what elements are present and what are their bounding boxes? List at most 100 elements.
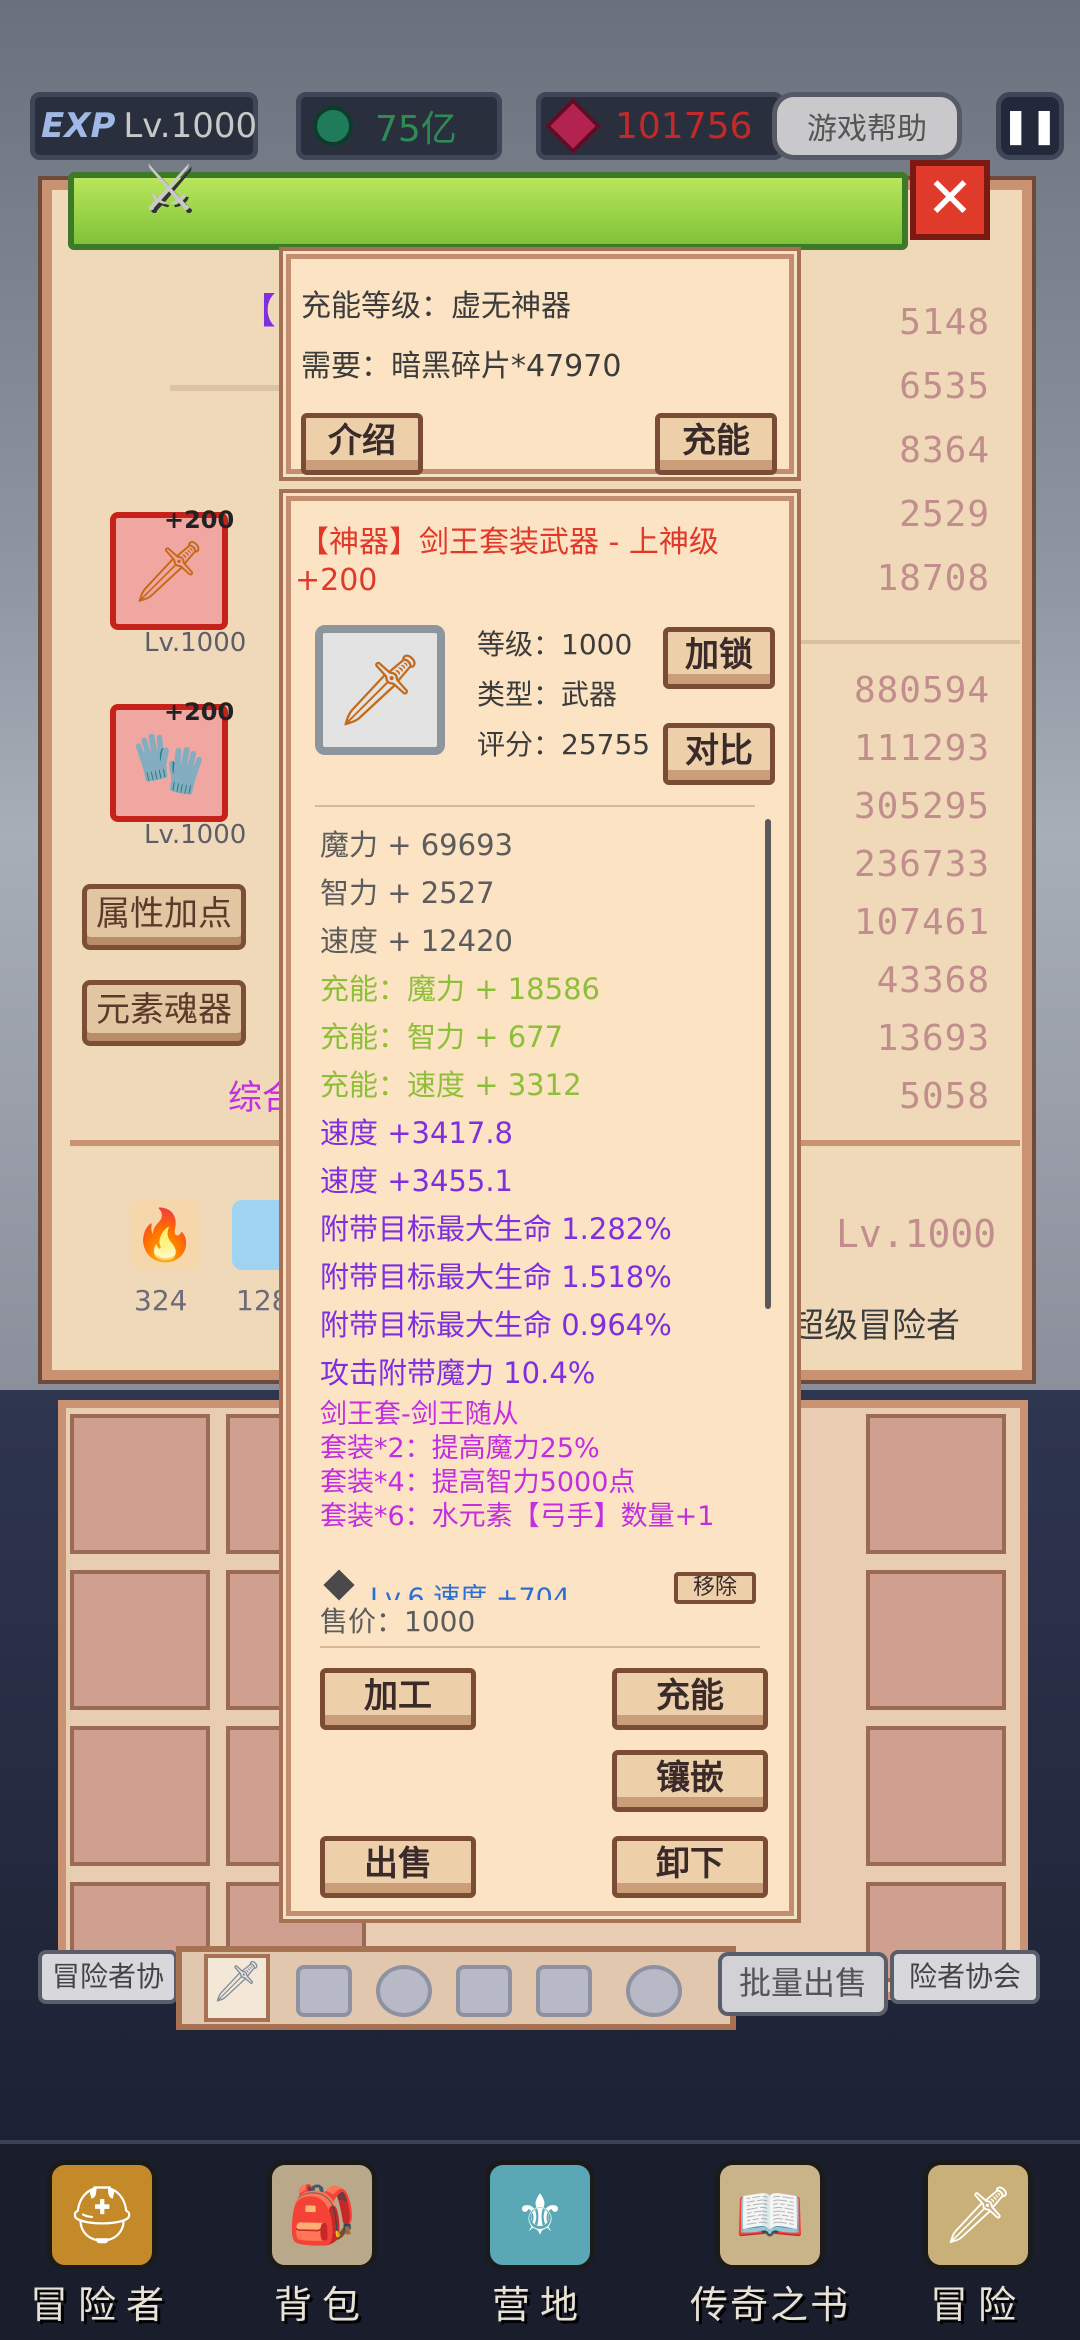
nav-label: 冒险者 xyxy=(29,2283,174,2327)
attribute-line: 速度 +3455.1 xyxy=(320,1164,513,1198)
tab-boots[interactable] xyxy=(536,1965,592,2017)
unequip-button[interactable]: 卸下 xyxy=(612,1836,768,1898)
inventory-slot[interactable] xyxy=(866,1570,1006,1710)
crystal-counter: 101756 xyxy=(536,92,784,160)
gem-icon xyxy=(313,106,353,146)
tab-armor[interactable] xyxy=(296,1965,352,2017)
stat-value: 13693 xyxy=(876,1018,990,1059)
process-button[interactable]: 加工 xyxy=(320,1668,476,1730)
remove-gem-button[interactable]: 移除 xyxy=(674,1572,756,1604)
game-help-button[interactable]: 游戏帮助 xyxy=(772,92,962,160)
crossed-swords-icon: ⚔ xyxy=(140,152,198,226)
nav-legend-book[interactable]: 📖 传奇之书 xyxy=(680,2160,860,2330)
stat-value: 880594 xyxy=(853,670,990,711)
charge-level: 充能等级：虚无神器 xyxy=(301,289,571,324)
nav-adventurer[interactable]: ⛑ 冒险者 xyxy=(12,2160,192,2330)
stat-value: 111293 xyxy=(853,728,990,769)
player-level: Lv.1000 xyxy=(836,1212,997,1256)
inventory-slot[interactable] xyxy=(866,1726,1006,1866)
crystal-icon xyxy=(544,97,602,155)
inventory-slot[interactable] xyxy=(70,1570,210,1710)
attribute-line: 充能：智力 + 677 xyxy=(320,1020,564,1054)
pause-button[interactable]: ❚❚ xyxy=(996,92,1064,160)
divider xyxy=(320,1646,760,1648)
exp-label: EXP xyxy=(41,106,116,146)
stat-value: 2529 xyxy=(899,494,990,535)
sword-icon: 🗡 xyxy=(130,536,208,607)
item-sword-icon: 🗡 xyxy=(315,625,445,755)
attribute-line: 智力 + 2527 xyxy=(320,876,495,910)
equip-badge: +200 xyxy=(164,698,235,726)
item-title-extra: +200 xyxy=(295,563,378,598)
stat-value: 236733 xyxy=(853,844,990,885)
stat-divider xyxy=(800,640,1020,644)
charge-top-button[interactable]: 充能 xyxy=(655,413,777,475)
player-title: 超级冒险者 xyxy=(790,1306,960,1346)
inventory-slot[interactable] xyxy=(70,1726,210,1866)
sword-tab-icon: 🗡 xyxy=(211,1959,263,2005)
nav-adventure[interactable]: 🗡 冒险 xyxy=(888,2160,1068,2330)
item-type: 类型：武器 xyxy=(477,678,618,711)
player-level-top: Lv.1000 xyxy=(123,106,258,146)
pause-icon: ❚❚ xyxy=(1001,106,1059,146)
nav-label: 营地 xyxy=(491,2283,588,2327)
element-soul-button[interactable]: 元素魂器 xyxy=(82,980,246,1046)
guild-tab-left[interactable]: 冒险者协 xyxy=(38,1950,178,2004)
close-button[interactable]: ✕ xyxy=(910,160,990,240)
nav-camp[interactable]: ⚜ 营地 xyxy=(450,2160,630,2330)
item-level: 等级：1000 xyxy=(477,628,633,661)
camp-icon: ⚜ xyxy=(485,2160,595,2270)
crystal-count: 101756 xyxy=(615,105,753,147)
divider xyxy=(170,385,290,391)
close-icon: ✕ xyxy=(926,166,974,231)
charge-button[interactable]: 充能 xyxy=(612,1668,768,1730)
item-score: 评分：25755 xyxy=(477,728,651,761)
resource-count: 128 xyxy=(236,1284,290,1317)
nav-label: 传奇之书 xyxy=(689,2283,850,2327)
lock-button[interactable]: 加锁 xyxy=(663,627,775,689)
stat-value: 305295 xyxy=(853,786,990,827)
attribute-points-button[interactable]: 属性加点 xyxy=(82,884,246,950)
tab-body[interactable] xyxy=(456,1965,512,2017)
attribute-line: 魔力 + 69693 xyxy=(320,828,513,862)
gem-line: Lv.6 速度 +704 xyxy=(370,1583,571,1600)
inlay-button[interactable]: 镶嵌 xyxy=(612,1750,768,1812)
attribute-line: 充能：速度 + 3312 xyxy=(320,1068,582,1102)
set-bonus: 套装*6：水元素【弓手】数量+1 xyxy=(320,1501,715,1532)
inventory-slot[interactable] xyxy=(866,1414,1006,1554)
book-icon: 📖 xyxy=(715,2160,825,2270)
equip-level: Lv.1000 xyxy=(144,820,247,850)
game-help-label: 游戏帮助 xyxy=(807,112,927,147)
equip-level: Lv.1000 xyxy=(144,628,247,658)
level-display: EXP Lv.1000 xyxy=(30,92,258,160)
tab-helmet[interactable] xyxy=(376,1965,432,2017)
stat-value: 5058 xyxy=(899,1076,990,1117)
stat-value: 43368 xyxy=(876,960,990,1001)
stat-value: 8364 xyxy=(899,430,990,471)
intro-button[interactable]: 介绍 xyxy=(301,413,423,475)
tab-weapon[interactable]: 🗡 xyxy=(204,1954,270,2022)
inventory-slot[interactable] xyxy=(70,1414,210,1554)
guild-tab-right[interactable]: 险者协会 xyxy=(890,1950,1040,2004)
sell-price: 售价：1000 xyxy=(320,1605,476,1638)
attribute-line: 攻击附带魔力 10.4% xyxy=(320,1356,596,1390)
nav-label: 背包 xyxy=(273,2283,370,2327)
gem-count: 75亿 xyxy=(375,109,457,150)
attribute-line: 附带目标最大生命 0.964% xyxy=(320,1308,672,1342)
resource-count: 324 xyxy=(134,1284,188,1317)
compare-button[interactable]: 对比 xyxy=(663,723,775,785)
stat-value: 107461 xyxy=(853,902,990,943)
tab-ring[interactable] xyxy=(626,1965,682,2017)
attribute-line: 速度 +3417.8 xyxy=(320,1116,513,1150)
helmet-icon: ⛑ xyxy=(47,2160,157,2270)
bulk-sell-button[interactable]: 批量出售 xyxy=(718,1952,888,2016)
fire-icon: 🔥 xyxy=(130,1200,200,1270)
gloves-icon: 🧤 xyxy=(131,728,207,799)
charge-requirement: 需要：暗黑碎片*47970 xyxy=(301,349,622,384)
charge-panel: 充能等级：虚无神器 需要：暗黑碎片*47970 介绍 充能 xyxy=(286,254,794,475)
nav-backpack[interactable]: 🎒 背包 xyxy=(232,2160,412,2330)
water-gem-icon xyxy=(232,1200,292,1270)
sell-button[interactable]: 出售 xyxy=(320,1836,476,1898)
attribute-line: 附带目标最大生命 1.282% xyxy=(320,1212,672,1246)
scrollbar[interactable] xyxy=(765,819,771,1309)
